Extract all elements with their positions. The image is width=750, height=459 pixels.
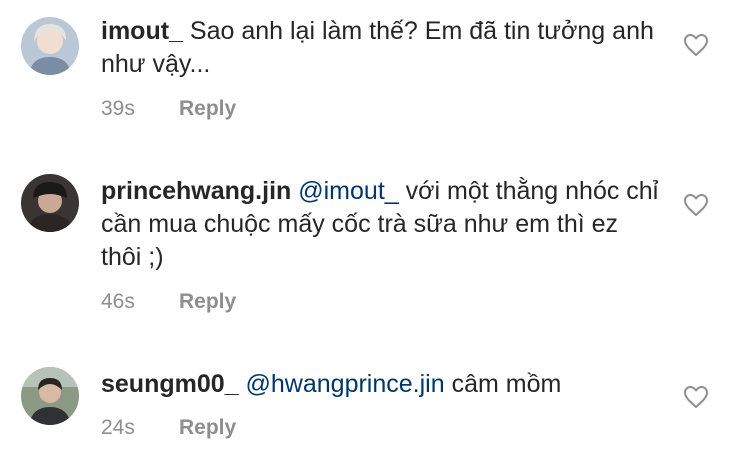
comment-username[interactable]: princehwang.jin	[101, 177, 291, 205]
comment-body: seungm00_ @hwangprince.jin câm mồm	[101, 368, 661, 401]
comment-body: princehwang.jin @imout_ với một thằng nh…	[101, 175, 661, 274]
comment-meta: 24s Reply	[101, 416, 236, 440]
comment-timestamp: 24s	[101, 416, 135, 439]
comment-meta: 39s Reply	[101, 97, 236, 121]
avatar[interactable]	[21, 367, 79, 425]
avatar[interactable]	[21, 174, 79, 232]
comment-username[interactable]: imout_	[101, 17, 183, 45]
reply-button[interactable]: Reply	[179, 97, 236, 120]
comment-username[interactable]: seungm00_	[101, 370, 239, 398]
heart-outline-icon[interactable]	[683, 33, 709, 57]
reply-button[interactable]: Reply	[179, 416, 236, 439]
comment-timestamp: 39s	[101, 97, 135, 120]
reply-button[interactable]: Reply	[179, 290, 236, 313]
heart-outline-icon[interactable]	[683, 385, 709, 409]
comment-body: imout_ Sao anh lại làm thế? Em đã tin tư…	[101, 15, 661, 81]
heart-outline-icon[interactable]	[683, 193, 709, 217]
comment-timestamp: 46s	[101, 290, 135, 313]
comment-mention[interactable]: @hwangprince.jin	[246, 370, 445, 398]
comment-text: câm mồm	[451, 370, 562, 398]
comment-text: Sao anh lại làm thế? Em đã tin tưởng anh…	[101, 17, 654, 78]
comment-mention[interactable]: @imout_	[298, 177, 398, 205]
comment-meta: 46s Reply	[101, 290, 236, 314]
avatar[interactable]	[21, 17, 79, 75]
